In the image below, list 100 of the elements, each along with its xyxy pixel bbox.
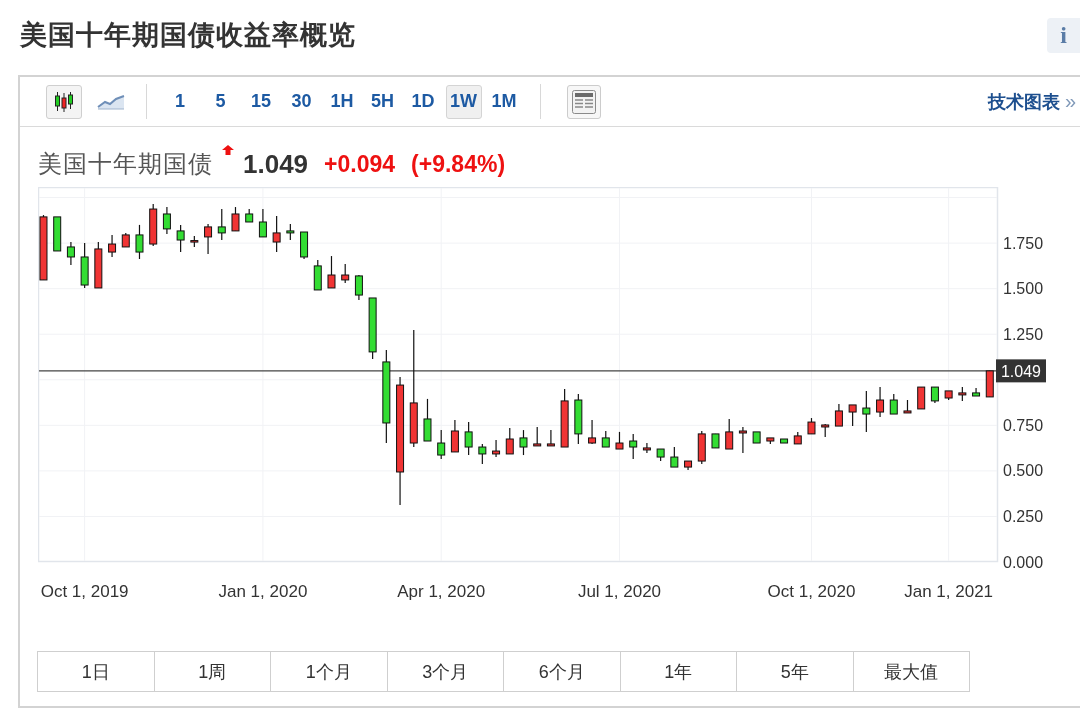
x-axis-label: Apr 1, 2020 bbox=[397, 581, 486, 601]
candle bbox=[807, 417, 816, 435]
candle bbox=[711, 433, 720, 449]
candle bbox=[450, 419, 459, 453]
candle bbox=[478, 443, 487, 465]
candle bbox=[917, 386, 926, 410]
candlestick-icon bbox=[54, 90, 74, 113]
candle bbox=[848, 404, 857, 427]
y-axis-label: 1.500 bbox=[1003, 280, 1044, 298]
info-button[interactable]: i bbox=[1047, 17, 1080, 53]
candle bbox=[752, 431, 761, 444]
interval-button[interactable]: 5 bbox=[202, 84, 239, 119]
x-axis-label: Oct 1, 2019 bbox=[40, 581, 129, 601]
y-axis-label: 0.500 bbox=[1003, 462, 1044, 480]
technical-chart-link[interactable]: 技术图表 » bbox=[987, 89, 1076, 114]
candle bbox=[176, 224, 185, 253]
candle bbox=[944, 390, 953, 401]
interval-button[interactable]: 1W bbox=[445, 84, 482, 119]
candle bbox=[684, 460, 693, 471]
last-price: 1.049 bbox=[243, 148, 309, 180]
candle bbox=[656, 448, 665, 462]
candle bbox=[190, 235, 199, 248]
candle bbox=[574, 393, 583, 445]
candle bbox=[903, 399, 912, 414]
candle bbox=[780, 438, 789, 444]
candle bbox=[588, 419, 597, 445]
price-tag: 1.049 bbox=[996, 359, 1046, 383]
candle bbox=[286, 223, 295, 241]
candle bbox=[642, 442, 651, 454]
candle bbox=[423, 398, 432, 442]
interval-button[interactable]: 1H bbox=[324, 84, 360, 119]
candle bbox=[697, 430, 706, 465]
candle bbox=[162, 206, 171, 235]
candle bbox=[66, 241, 75, 266]
candle bbox=[533, 426, 542, 447]
candle bbox=[368, 297, 377, 360]
y-axis-label: 1.250 bbox=[1003, 325, 1044, 343]
candle bbox=[601, 430, 610, 448]
candle bbox=[94, 241, 103, 289]
candle bbox=[876, 386, 885, 418]
candle bbox=[149, 203, 158, 247]
candle bbox=[204, 223, 213, 255]
candle bbox=[725, 418, 734, 450]
candle bbox=[464, 421, 473, 456]
interval-button[interactable]: 1 bbox=[162, 84, 198, 119]
candle bbox=[793, 431, 802, 445]
candlestick-chart-button[interactable] bbox=[46, 84, 82, 119]
candle bbox=[505, 427, 514, 455]
candle bbox=[272, 215, 281, 253]
candle bbox=[958, 386, 967, 402]
candle bbox=[108, 234, 117, 258]
candle bbox=[492, 439, 501, 458]
candle bbox=[313, 259, 322, 291]
candle bbox=[972, 387, 981, 397]
candle bbox=[245, 208, 254, 223]
candle bbox=[889, 393, 898, 415]
candle bbox=[766, 437, 775, 445]
price-change: +0.094 bbox=[324, 150, 396, 178]
candle bbox=[862, 390, 871, 433]
candle bbox=[327, 255, 336, 289]
y-axis-label: 0.000 bbox=[1003, 553, 1044, 571]
candle bbox=[39, 214, 48, 281]
interval-button[interactable]: 1D bbox=[405, 84, 441, 119]
interval-button[interactable]: 30 bbox=[283, 84, 320, 119]
candle bbox=[53, 216, 62, 252]
interval-button[interactable]: 15 bbox=[243, 84, 279, 119]
y-axis-label: 0.750 bbox=[1003, 416, 1044, 434]
percent-change: (+9.84%) bbox=[411, 150, 506, 178]
instrument-name: 美国十年期国债 bbox=[38, 149, 213, 179]
line-chart-icon bbox=[97, 93, 125, 110]
candle bbox=[615, 431, 624, 450]
x-axis-label: Oct 1, 2020 bbox=[767, 581, 856, 601]
candle bbox=[519, 429, 528, 456]
candle bbox=[217, 208, 226, 241]
candle bbox=[80, 242, 89, 289]
candle bbox=[354, 274, 363, 301]
x-axis-label: Jan 1, 2021 bbox=[904, 581, 994, 601]
candle bbox=[341, 263, 350, 284]
candle bbox=[834, 403, 843, 427]
candle bbox=[121, 232, 130, 248]
candle bbox=[437, 429, 446, 460]
candle bbox=[560, 388, 569, 448]
candle bbox=[546, 429, 555, 447]
candle bbox=[231, 206, 240, 232]
candle bbox=[135, 224, 144, 260]
x-axis-label: Jul 1, 2020 bbox=[577, 581, 662, 601]
y-axis-label: 0.250 bbox=[1003, 507, 1044, 525]
candle bbox=[629, 433, 638, 460]
layout-button[interactable] bbox=[567, 84, 601, 119]
interval-button[interactable]: 1M bbox=[486, 84, 522, 119]
page-title: 美国十年期国债收益率概览 bbox=[20, 19, 356, 52]
page-layout-icon bbox=[572, 89, 596, 114]
candle bbox=[300, 231, 309, 260]
interval-button[interactable]: 5H bbox=[364, 84, 401, 119]
candle bbox=[738, 426, 747, 454]
candle bbox=[985, 370, 994, 398]
x-axis-label: Jan 1, 2020 bbox=[218, 581, 308, 601]
candle bbox=[670, 446, 679, 468]
candle bbox=[258, 208, 267, 238]
y-axis-label: 1.750 bbox=[1003, 234, 1044, 252]
